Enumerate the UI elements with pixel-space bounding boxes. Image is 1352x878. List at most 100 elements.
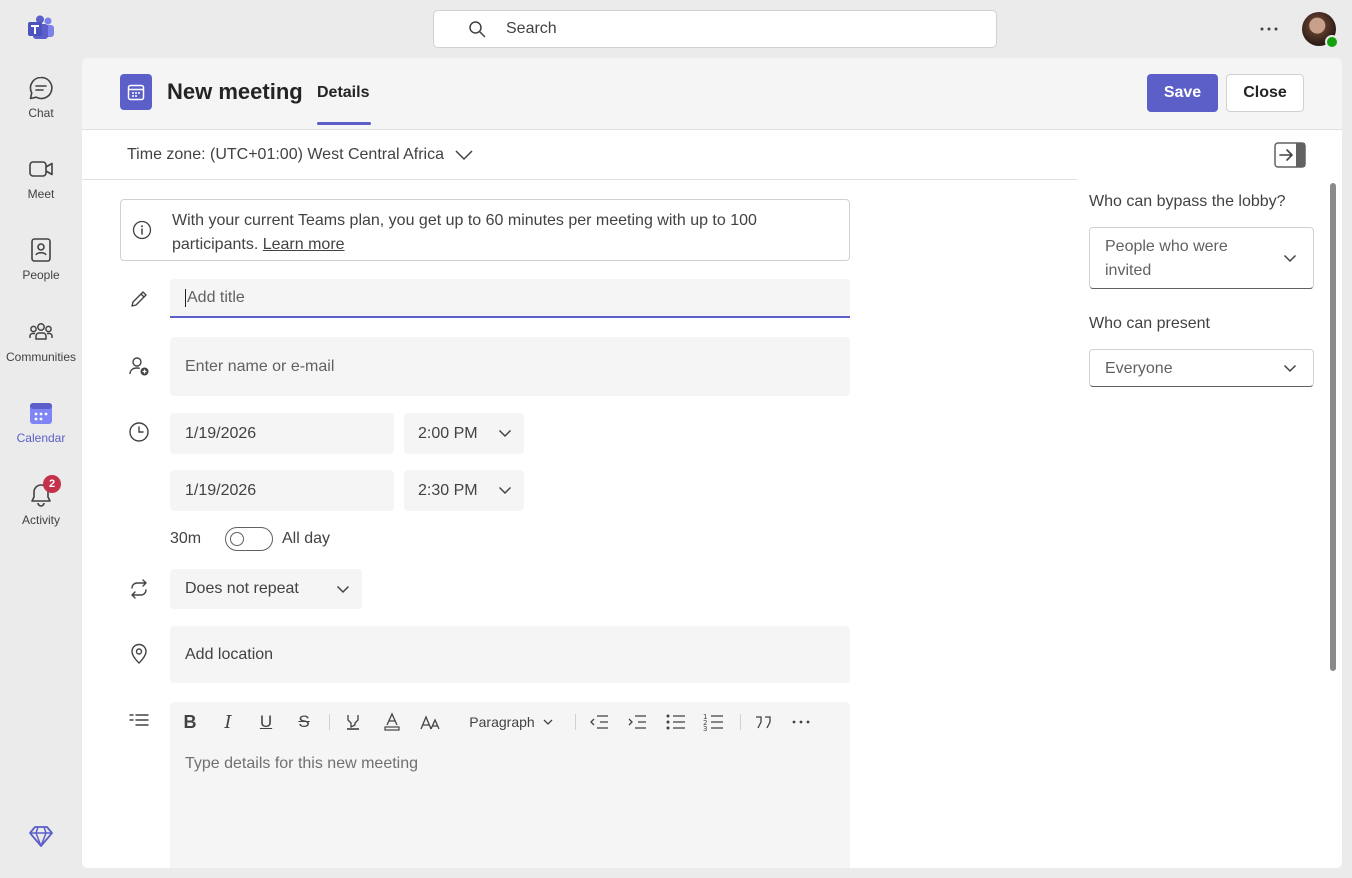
rail-item-calendar[interactable]: Calendar	[0, 385, 82, 455]
activity-badge: 2	[43, 475, 61, 493]
info-icon	[132, 220, 152, 240]
underline-button[interactable]: U	[256, 710, 276, 734]
location-placeholder: Add location	[185, 645, 274, 663]
meeting-calendar-icon	[120, 74, 152, 110]
more-options-icon[interactable]	[1258, 18, 1280, 40]
font-size-icon[interactable]	[420, 710, 442, 734]
rail-item-chat[interactable]: Chat	[0, 60, 82, 130]
text-cursor	[185, 288, 186, 307]
strikethrough-button[interactable]: S	[294, 710, 314, 734]
search-icon	[469, 21, 486, 38]
new-meeting-panel: New meeting Details Save Close Time zone…	[82, 58, 1342, 868]
paragraph-label: Paragraph	[469, 714, 535, 730]
rail-label-activity: Activity	[21, 513, 60, 527]
end-time-select[interactable]: 2:30 PM	[404, 470, 524, 511]
save-button[interactable]: Save	[1147, 74, 1218, 112]
tab-selected-indicator	[317, 122, 371, 125]
decrease-indent-icon[interactable]	[588, 710, 610, 734]
app-rail: Chat Meet People Communities Calendar 2 …	[0, 0, 82, 878]
toolbar-divider	[329, 714, 330, 730]
end-time-value: 2:30 PM	[418, 481, 478, 499]
attendees-input[interactable]: Enter name or e-mail	[170, 337, 850, 396]
timezone-row: Time zone: (UTC+01:00) West Central Afri…	[82, 130, 1077, 180]
rail-label-chat: Chat	[28, 106, 54, 120]
repeat-select[interactable]: Does not repeat	[170, 569, 362, 609]
lobby-select[interactable]: People who were invited	[1089, 227, 1314, 289]
video-icon	[29, 161, 53, 177]
font-color-icon[interactable]	[382, 710, 402, 734]
presence-available-icon	[1325, 35, 1339, 49]
lobby-label: Who can bypass the lobby?	[1089, 193, 1286, 210]
search-placeholder: Search	[506, 20, 557, 37]
teams-logo-icon[interactable]	[27, 15, 55, 41]
plan-info-notice: With your current Teams plan, you get up…	[120, 199, 850, 261]
rail-item-meet[interactable]: Meet	[0, 141, 82, 211]
start-time-select[interactable]: 2:00 PM	[404, 413, 524, 454]
end-date-input[interactable]: 1/19/2026	[170, 470, 394, 511]
learn-more-link[interactable]: Learn more	[263, 236, 345, 253]
timezone-selector[interactable]: Time zone: (UTC+01:00) West Central Afri…	[127, 146, 474, 164]
attendees-placeholder: Enter name or e-mail	[185, 357, 335, 375]
collapse-pane-icon[interactable]	[1274, 142, 1306, 168]
all-day-toggle[interactable]	[225, 527, 273, 551]
chat-icon	[29, 76, 53, 100]
pencil-icon	[131, 291, 147, 307]
bullet-list-icon[interactable]	[665, 710, 687, 734]
italic-button[interactable]: I	[218, 710, 238, 734]
present-label: Who can present	[1089, 315, 1210, 332]
clock-icon	[129, 422, 149, 442]
close-button[interactable]: Close	[1226, 74, 1304, 112]
search-box[interactable]: Search	[433, 10, 997, 48]
start-date-input[interactable]: 1/19/2026	[170, 413, 394, 454]
start-date-value: 1/19/2026	[185, 424, 257, 442]
rail-item-communities[interactable]: Communities	[0, 304, 82, 374]
toggle-knob	[230, 532, 244, 546]
bell-icon-wrap: 2	[27, 475, 61, 509]
title-placeholder: Add title	[187, 288, 245, 306]
details-placeholder: Type details for this new meeting	[185, 755, 419, 772]
highlight-icon[interactable]	[343, 710, 363, 734]
diamond-icon[interactable]	[28, 823, 54, 849]
tab-details[interactable]: Details	[317, 84, 369, 102]
avatar[interactable]	[1302, 12, 1339, 49]
end-date-value: 1/19/2026	[185, 481, 257, 499]
rail-item-people[interactable]: People	[0, 222, 82, 292]
present-select[interactable]: Everyone	[1089, 349, 1314, 387]
numbered-list-icon[interactable]: 1 2 3	[703, 710, 725, 734]
rail-label-people: People	[22, 268, 60, 282]
repeat-icon	[131, 579, 147, 599]
rail-label-meet: Meet	[27, 187, 55, 201]
location-input[interactable]: Add location	[170, 626, 850, 683]
details-editor[interactable]: B I U S Paragraph 1 2 3 Type details for…	[170, 702, 850, 868]
chevron-down-icon	[1283, 254, 1297, 263]
quote-icon[interactable]	[753, 710, 773, 734]
lobby-value: People who were invited	[1105, 238, 1228, 279]
rail-label-calendar: Calendar	[16, 431, 66, 445]
chevron-down-icon	[543, 719, 553, 725]
bold-button[interactable]: B	[180, 710, 200, 734]
toolbar-divider	[575, 714, 576, 730]
chevron-down-icon	[1283, 364, 1297, 373]
plan-info-text: With your current Teams plan, you get up…	[172, 209, 832, 257]
all-day-label: All day	[282, 530, 331, 547]
toolbar-divider	[740, 714, 741, 730]
present-value: Everyone	[1105, 360, 1173, 377]
add-person-icon	[129, 357, 149, 376]
plan-info-message: With your current Teams plan, you get up…	[172, 212, 757, 253]
rail-item-activity[interactable]: 2 Activity	[0, 467, 82, 537]
chevron-down-icon	[498, 486, 512, 495]
paragraph-style-select[interactable]: Paragraph	[466, 710, 556, 734]
chevron-down-icon	[336, 585, 350, 593]
scrollbar[interactable]	[1330, 183, 1336, 671]
rail-label-communities: Communities	[5, 350, 77, 364]
more-formatting-icon[interactable]	[791, 710, 811, 734]
increase-indent-icon[interactable]	[626, 710, 648, 734]
timezone-label: Time zone: (UTC+01:00) West Central Afri…	[127, 146, 444, 163]
people-icon	[31, 238, 51, 262]
duration-label: 30m	[170, 530, 202, 547]
title-input[interactable]: Add title	[170, 279, 850, 318]
chevron-down-icon	[498, 429, 512, 438]
details-list-icon	[129, 714, 149, 726]
repeat-value: Does not repeat	[185, 580, 299, 597]
chevron-down-icon	[455, 150, 473, 161]
